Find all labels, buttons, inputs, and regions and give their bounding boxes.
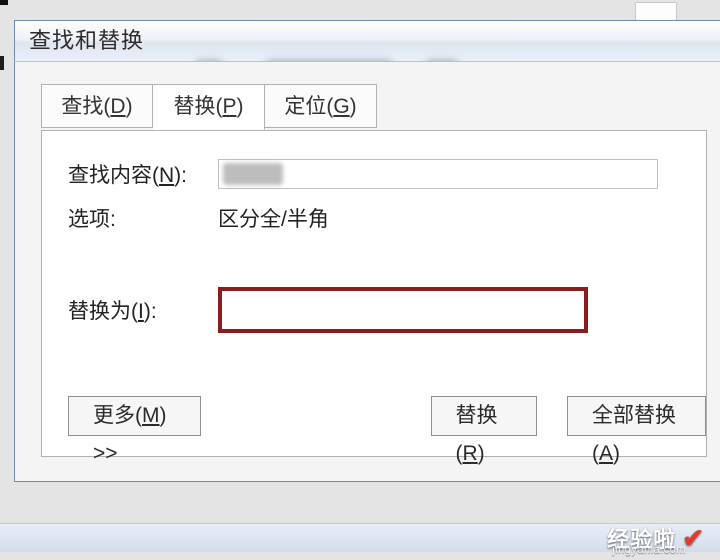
replace-all-button[interactable]: 全部替换(A): [567, 396, 706, 436]
dialog-title: 查找和替换: [29, 28, 144, 53]
options-row: 选项: 区分全/半角: [68, 203, 680, 233]
options-label: 选项:: [68, 203, 218, 233]
watermark: 经验啦 ✔ jingyanla.com: [607, 522, 704, 554]
find-row: 查找内容(N):: [68, 159, 680, 189]
window-edge: [0, 0, 8, 5]
replace-button[interactable]: 替换(R): [431, 396, 538, 436]
button-bar: 更多(M) >> 替换(R) 全部替换(A): [68, 396, 706, 436]
replace-row: 替换为(I):: [68, 287, 680, 333]
find-input-blur: [223, 163, 283, 185]
dialog-titlebar[interactable]: 查找和替换: [14, 20, 720, 62]
dialog-client: 查找(D) 替换(P) 定位(G) 查找内容(N): 选项: 区分全/半角: [14, 62, 720, 482]
tab-strip: 查找(D) 替换(P) 定位(G): [41, 84, 707, 132]
replace-panel: 查找内容(N): 选项: 区分全/半角 替换为(I): 更多(M) >>: [41, 130, 707, 457]
tab-goto[interactable]: 定位(G): [265, 84, 377, 128]
find-label: 查找内容(N):: [68, 159, 218, 189]
options-value: 区分全/半角: [218, 203, 329, 233]
watermark-site: jingyanla.com: [589, 544, 686, 556]
tab-find[interactable]: 查找(D): [41, 84, 153, 128]
more-button[interactable]: 更多(M) >>: [68, 396, 201, 436]
replace-label: 替换为(I):: [68, 295, 218, 325]
find-replace-dialog: 查找和替换 查找(D) 替换(P) 定位(G) 查找内容(N):: [14, 20, 720, 510]
replace-input[interactable]: [218, 287, 588, 333]
window-edge: [0, 56, 4, 70]
tab-replace[interactable]: 替换(P): [153, 84, 265, 130]
find-input[interactable]: [218, 159, 658, 189]
